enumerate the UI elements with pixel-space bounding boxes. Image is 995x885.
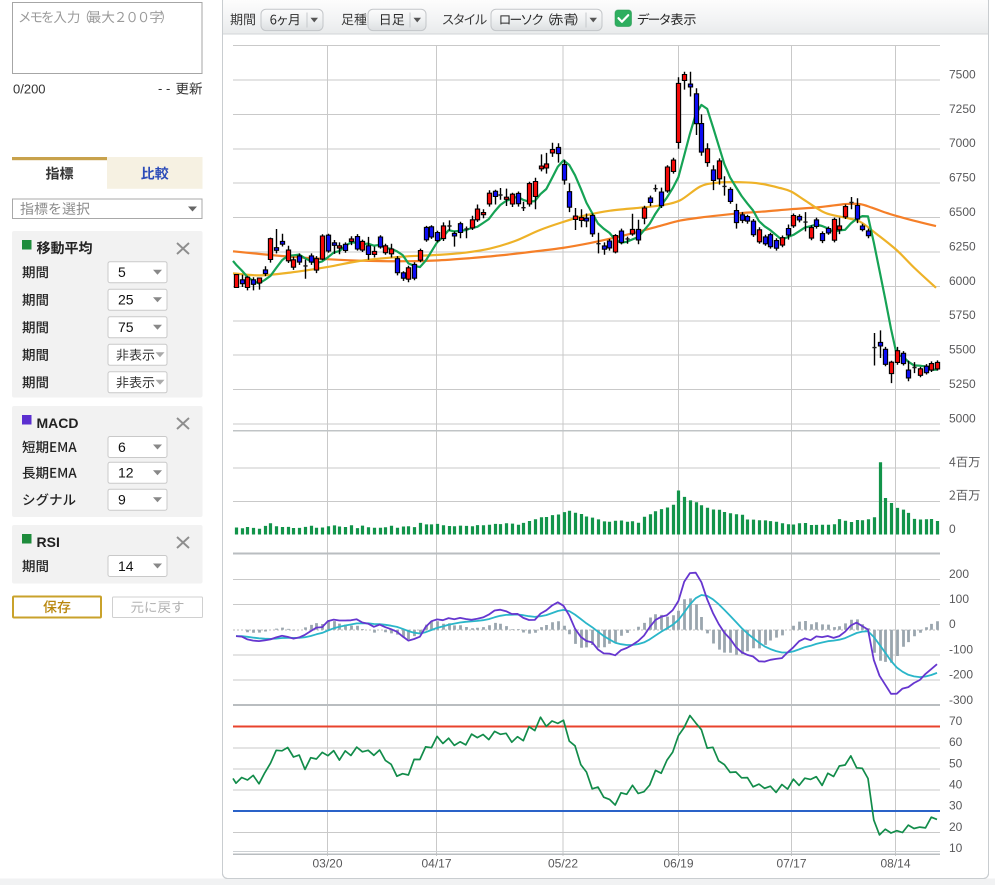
svg-text:05/22: 05/22 [548,857,578,871]
svg-text:6000: 6000 [949,274,976,288]
svg-text:40: 40 [949,777,963,791]
svg-text:04/17: 04/17 [421,857,451,871]
svg-text:5500: 5500 [949,343,976,357]
svg-text:200: 200 [949,567,969,581]
svg-text:12: 12 [118,465,134,481]
svg-text:6250: 6250 [949,239,976,253]
svg-text:6500: 6500 [949,205,976,219]
svg-text:-100: -100 [949,642,973,656]
svg-text:14: 14 [118,558,134,574]
svg-text:6750: 6750 [949,171,976,185]
svg-text:-200: -200 [949,668,973,682]
svg-text:25: 25 [118,292,134,308]
svg-text:MACD: MACD [37,415,79,431]
svg-text:7000: 7000 [949,136,976,150]
svg-text:5250: 5250 [949,377,976,391]
svg-text:100: 100 [949,592,969,606]
svg-text:10: 10 [949,841,963,855]
svg-text:-300: -300 [949,693,973,707]
svg-text:5750: 5750 [949,308,976,322]
svg-text:03/20: 03/20 [312,857,342,871]
svg-text:9: 9 [118,492,126,508]
svg-text:20: 20 [949,820,963,834]
svg-text:08/14: 08/14 [880,857,910,871]
svg-text:6: 6 [118,439,126,455]
svg-text:0: 0 [949,617,956,631]
svg-text:30: 30 [949,799,963,813]
svg-text:- -: - - [158,81,170,96]
svg-text:60: 60 [949,735,963,749]
svg-text:70: 70 [949,714,963,728]
svg-text:5000: 5000 [949,411,976,425]
svg-text:7500: 7500 [949,67,976,81]
svg-text:0: 0 [949,522,956,536]
svg-text:07/17: 07/17 [776,857,806,871]
svg-text:06/19: 06/19 [663,857,693,871]
svg-text:0/200: 0/200 [13,82,46,97]
svg-text:7250: 7250 [949,102,976,116]
svg-text:5: 5 [118,264,126,280]
svg-text:RSI: RSI [37,534,60,550]
svg-text:50: 50 [949,756,963,770]
svg-text:75: 75 [118,319,134,335]
